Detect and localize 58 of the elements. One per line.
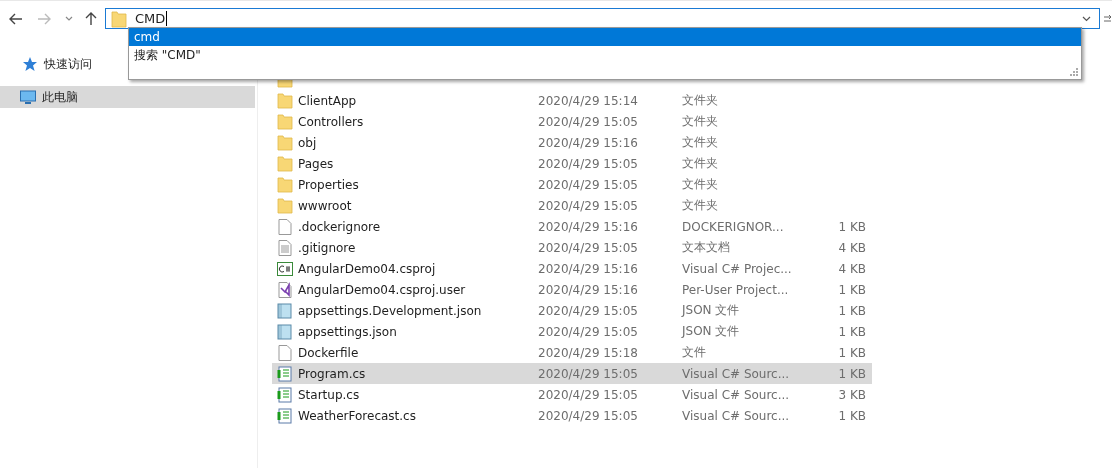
modified-date: 2020/4/29 15:05 xyxy=(538,408,639,423)
file-type: Visual C# Sourc... xyxy=(682,387,791,402)
file-name: Program.cs xyxy=(298,366,367,381)
modified-date: 2020/4/29 15:16 xyxy=(538,219,639,234)
file-type: Visual C# Projec... xyxy=(682,261,793,276)
file-name: AngularDemo04.csproj.user xyxy=(298,282,467,297)
file-type: 文件夹 xyxy=(682,176,719,193)
file-name: AngularDemo04.csproj xyxy=(298,261,437,276)
file-type: 文件夹 xyxy=(682,134,719,151)
file-size: 1 KB xyxy=(837,324,866,339)
file-type: DOCKERIGNOR... xyxy=(682,219,785,234)
file-size: 1 KB xyxy=(837,282,866,297)
file-size: 4 KB xyxy=(837,261,866,276)
file-size: 3 KB xyxy=(837,387,866,402)
modified-date: 2020/4/29 15:16 xyxy=(538,135,639,150)
file-type: Per-User Project... xyxy=(682,282,790,297)
file-size: 1 KB xyxy=(837,345,866,360)
file-type: JSON 文件 xyxy=(682,302,741,319)
file-name: Controllers xyxy=(298,114,365,129)
file-type: 文件夹 xyxy=(682,92,719,109)
modified-date: 2020/4/29 15:05 xyxy=(538,387,639,402)
file-type: Visual C# Sourc... xyxy=(682,366,791,381)
file-name: obj xyxy=(298,135,318,150)
file-type: 文件夹 xyxy=(682,113,719,130)
file-name: Startup.cs xyxy=(298,387,361,402)
modified-date: 2020/4/29 15:05 xyxy=(538,324,639,339)
file-name: .gitignore xyxy=(298,240,357,255)
modified-date: 2020/4/29 15:05 xyxy=(538,303,639,318)
file-size: 1 KB xyxy=(837,219,866,234)
file-name: ClientApp xyxy=(298,93,358,108)
modified-date: 2020/4/29 15:16 xyxy=(538,261,639,276)
file-name: Pages xyxy=(298,156,335,171)
file-name: wwwroot xyxy=(298,198,353,213)
modified-date: 2020/4/29 15:05 xyxy=(538,114,639,129)
file-name: Dockerfile xyxy=(298,345,360,360)
modified-date: 2020/4/29 15:18 xyxy=(538,345,639,360)
file-type: 文件夹 xyxy=(682,197,719,214)
modified-date: 2020/4/29 15:05 xyxy=(538,177,639,192)
file-size: 1 KB xyxy=(837,408,866,423)
file-size: 1 KB xyxy=(837,303,866,318)
modified-date: 2020/4/29 15:05 xyxy=(538,156,639,171)
file-name: appsettings.json xyxy=(298,324,398,339)
file-name: .dockerignore xyxy=(298,219,382,234)
file-name: appsettings.Development.json xyxy=(298,303,483,318)
file-size: 1 KB xyxy=(837,366,866,381)
modified-date: 2020/4/29 15:16 xyxy=(538,282,639,297)
file-type: 文件夹 xyxy=(682,155,719,172)
file-type: Visual C# Sourc... xyxy=(682,408,791,423)
modified-date: 2020/4/29 15:05 xyxy=(538,240,639,255)
modified-date: 2020/4/29 15:05 xyxy=(538,366,639,381)
modified-date: 2020/4/29 15:05 xyxy=(538,198,639,213)
file-name: WeatherForecast.cs xyxy=(298,408,417,423)
file-name: Properties xyxy=(298,177,360,192)
modified-date: 2020/4/29 15:14 xyxy=(538,93,639,108)
file-type: JSON 文件 xyxy=(682,323,741,340)
file-type: 文本文档 xyxy=(682,239,731,256)
file-size: 4 KB xyxy=(837,240,866,255)
file-type: 文件 xyxy=(682,344,707,361)
